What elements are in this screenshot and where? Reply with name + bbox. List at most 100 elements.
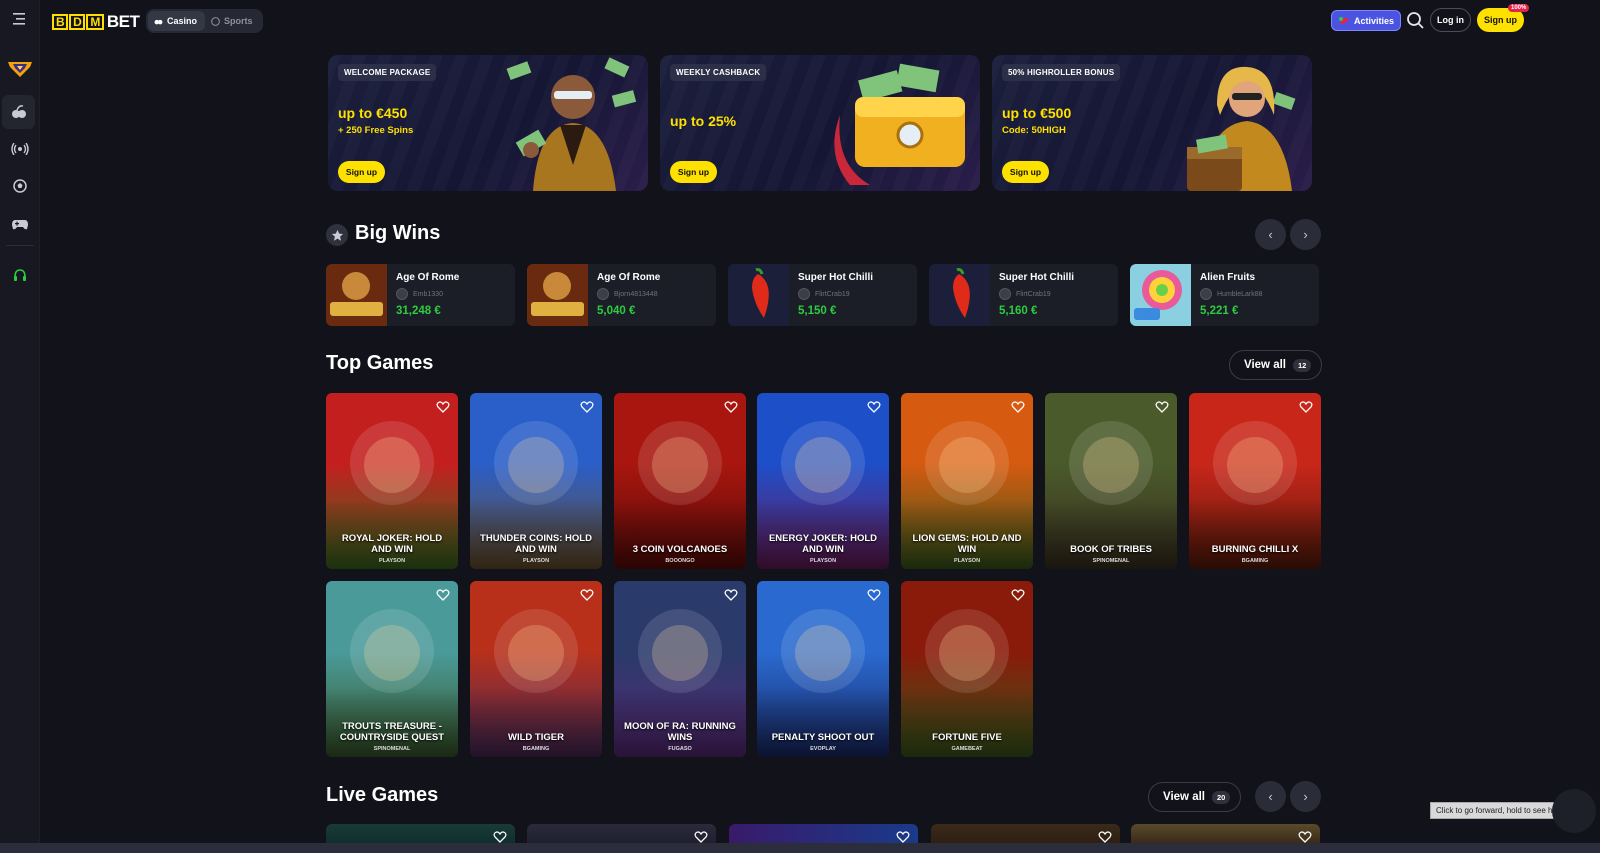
favorite-heart-icon[interactable]: [436, 588, 450, 602]
favorite-heart-icon[interactable]: [867, 588, 881, 602]
sidebar-divider: [6, 245, 34, 246]
game-card[interactable]: 3 COIN VOLCANOES BOOONGO: [614, 393, 746, 569]
player-name: Emb1330: [413, 290, 443, 298]
favorite-heart-icon[interactable]: [580, 400, 594, 414]
login-button[interactable]: Log in: [1430, 8, 1471, 32]
game-card[interactable]: ROYAL JOKER: HOLD AND WIN PLAYSON: [326, 393, 458, 569]
login-label: Log in: [1437, 15, 1464, 25]
promo-woman-with-chest-image: [1187, 66, 1296, 191]
game-provider: EVOPLAY: [810, 746, 836, 752]
player-avatar: [1200, 288, 1212, 300]
promo-signup-button[interactable]: Sign up: [670, 161, 717, 183]
promo-card-cashback[interactable]: WEEKLY CASHBACK up to 25% Sign up: [660, 55, 980, 191]
player-avatar: [999, 288, 1011, 300]
promo-card-highroller[interactable]: 50% HIGHROLLER BONUS up to €500 Code: 50…: [992, 55, 1312, 191]
casino-sports-switch: Casino Sports: [146, 9, 263, 33]
live-broadcast-icon[interactable]: [0, 132, 40, 166]
top-games-view-all-button[interactable]: View all 12: [1229, 350, 1323, 380]
promo-signup-button[interactable]: Sign up: [338, 161, 385, 183]
player-name: HumbleLark88: [1217, 290, 1263, 298]
signup-label: Sign up: [1484, 15, 1517, 25]
favorite-heart-icon[interactable]: [1155, 400, 1169, 414]
promo-subtitle: Code: 50HIGH: [1002, 125, 1066, 136]
vip-shield-icon[interactable]: [0, 52, 40, 86]
game-card[interactable]: FORTUNE FIVE GAMEBEAT: [901, 581, 1033, 757]
favorite-heart-icon[interactable]: [1299, 400, 1313, 414]
casino-tab[interactable]: Casino: [148, 11, 206, 31]
live-games-prev-button[interactable]: ‹: [1255, 781, 1286, 812]
activities-button[interactable]: Activities: [1331, 10, 1401, 31]
game-card[interactable]: PENALTY SHOOT OUT EVOPLAY: [757, 581, 889, 757]
chat-bubble-icon[interactable]: [1552, 789, 1596, 833]
big-win-card[interactable]: Super Hot Chilli FlirtCrab19 5,160 €: [929, 264, 1118, 326]
favorite-heart-icon[interactable]: [580, 588, 594, 602]
chevron-right-icon: ›: [1303, 789, 1308, 804]
favorite-heart-icon[interactable]: [1098, 830, 1112, 844]
game-card[interactable]: THUNDER COINS: HOLD AND WIN PLAYSON: [470, 393, 602, 569]
big-win-game-name: Age Of Rome: [597, 272, 661, 283]
big-win-card[interactable]: Super Hot Chilli FlirtCrab19 5,150 €: [728, 264, 917, 326]
game-card[interactable]: BOOK OF TRIBES SPINOMENAL: [1045, 393, 1177, 569]
big-wins-prev-button[interactable]: ‹: [1255, 219, 1286, 250]
favorite-heart-icon[interactable]: [1011, 588, 1025, 602]
sports-tab[interactable]: Sports: [205, 11, 261, 31]
game-title: BURNING CHILLI X: [1211, 544, 1299, 555]
favorite-heart-icon[interactable]: [867, 400, 881, 414]
sports-tab-label: Sports: [224, 16, 253, 26]
game-provider: BOOONGO: [665, 558, 695, 564]
view-all-count: 12: [1292, 358, 1312, 372]
player-avatar: [798, 288, 810, 300]
support-headset-icon[interactable]: [0, 258, 40, 292]
promo-tag: WEEKLY CASHBACK: [670, 64, 767, 81]
super-hot-chilli-thumbnail: [728, 264, 789, 326]
favorite-heart-icon[interactable]: [694, 830, 708, 844]
sports-ball-icon[interactable]: [0, 169, 40, 203]
game-title: MOON OF RA: RUNNING WINS: [624, 721, 736, 743]
favorite-heart-icon[interactable]: [896, 830, 910, 844]
logo-text-bet: BET: [106, 12, 140, 31]
game-card[interactable]: LION GEMS: HOLD AND WIN PLAYSON: [901, 393, 1033, 569]
brand-logo[interactable]: B D M BET: [52, 12, 140, 32]
game-card[interactable]: BURNING CHILLI X BGAMING: [1189, 393, 1321, 569]
big-win-game-name: Alien Fruits: [1200, 272, 1256, 283]
favorite-heart-icon[interactable]: [436, 400, 450, 414]
game-provider: PLAYSON: [809, 558, 837, 564]
game-provider: PLAYSON: [378, 558, 406, 564]
live-games-view-all-button[interactable]: View all 20: [1148, 782, 1242, 812]
game-card[interactable]: MOON OF RA: RUNNING WINS FUGASO: [614, 581, 746, 757]
live-games-next-button[interactable]: ›: [1290, 781, 1321, 812]
player-avatar: [597, 288, 609, 300]
favorite-heart-icon[interactable]: [724, 588, 738, 602]
promo-signup-button[interactable]: Sign up: [1002, 161, 1049, 183]
game-title: THUNDER COINS: HOLD AND WIN: [480, 533, 592, 555]
big-win-player: Emb1330: [396, 288, 443, 300]
chevron-right-icon: ›: [1303, 227, 1308, 242]
browser-bottom-bar: [0, 843, 1600, 853]
game-card[interactable]: TROUTS TREASURE - COUNTRYSIDE QUEST SPINO…: [326, 581, 458, 757]
activities-chili-icon: [1338, 16, 1349, 24]
promo-subtitle: + 250 Free Spins: [338, 125, 414, 136]
game-card[interactable]: WILD TIGER BGAMING: [470, 581, 602, 757]
game-card[interactable]: ENERGY JOKER: HOLD AND WIN PLAYSON: [757, 393, 889, 569]
favorite-heart-icon[interactable]: [724, 400, 738, 414]
age-of-rome-thumbnail: [326, 264, 387, 326]
big-win-card[interactable]: Age Of Rome Emb1330 31,248 €: [326, 264, 515, 326]
favorite-heart-icon[interactable]: [1011, 400, 1025, 414]
promo-tag: 50% HIGHROLLER BONUS: [1002, 64, 1121, 81]
big-win-amount: 5,160 €: [999, 305, 1038, 317]
big-wins-next-button[interactable]: ›: [1290, 219, 1321, 250]
casino-nav-icon[interactable]: [2, 95, 35, 129]
esports-gamepad-icon[interactable]: [0, 207, 40, 241]
big-win-card[interactable]: Age Of Rome Bjorn4813448 5,040 €: [527, 264, 716, 326]
big-win-card[interactable]: Alien Fruits HumbleLark88 5,221 €: [1130, 264, 1319, 326]
promo-card-welcome[interactable]: WELCOME PACKAGE up to €450 + 250 Free Sp…: [328, 55, 648, 191]
big-win-amount: 31,248 €: [396, 305, 441, 317]
promo-man-with-cash-image: [506, 57, 637, 191]
search-icon[interactable]: [1406, 11, 1426, 31]
game-title: BOOK OF TRIBES: [1070, 544, 1152, 555]
favorite-heart-icon[interactable]: [493, 830, 507, 844]
favorite-heart-icon[interactable]: [1298, 830, 1312, 844]
menu-icon[interactable]: [0, 2, 40, 36]
game-title: WILD TIGER: [508, 732, 564, 743]
chevron-left-icon: ‹: [1268, 227, 1273, 242]
